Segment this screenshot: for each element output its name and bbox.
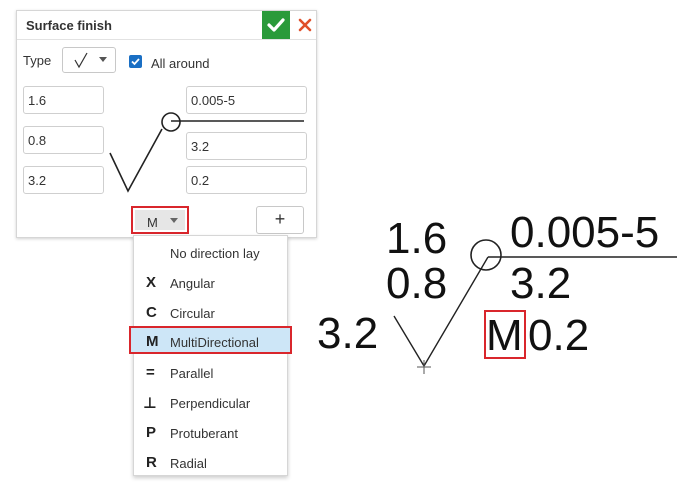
- preview-left-top: 1.6: [386, 214, 448, 263]
- preview-left-bottom: 3.2: [317, 309, 379, 358]
- preview-left-mid: 0.8: [386, 259, 448, 308]
- preview-lay-symbol: M: [486, 311, 523, 360]
- preview-right-mid: 3.2: [510, 259, 572, 308]
- preview-right-top: 0.005-5: [510, 208, 660, 257]
- preview-right-bottom: 0.2: [528, 311, 590, 360]
